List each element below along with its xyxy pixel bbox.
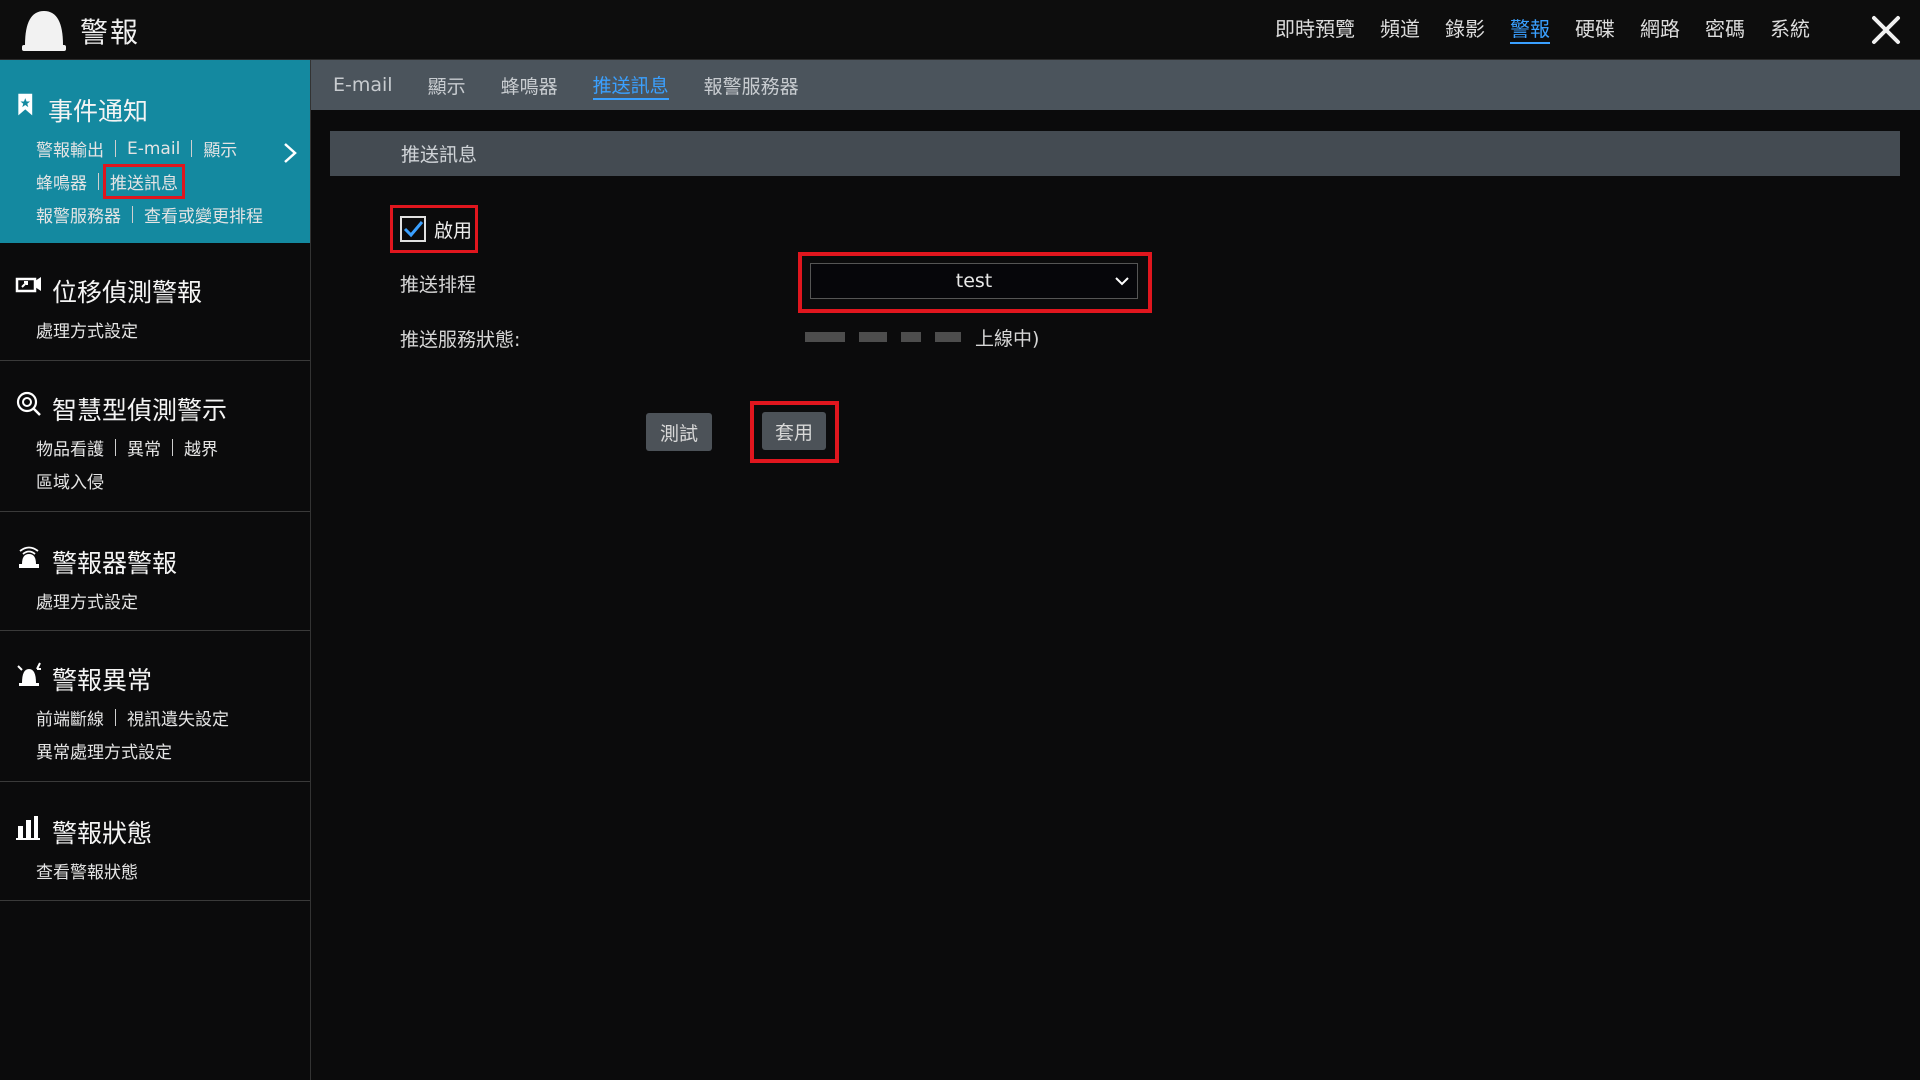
sidebar-section-title: 警報狀態 <box>52 819 153 848</box>
nav-record[interactable]: 錄影 <box>1445 16 1485 44</box>
sidebar-item-front-disconnect[interactable]: 前端斷線 <box>34 705 106 730</box>
apply-button-highlight: 套用 <box>750 401 839 463</box>
bookmark-star-icon <box>18 93 33 116</box>
sub-tabs: E-mail 顯示 蜂鳴器 推送訊息 報警服務器 <box>311 60 1920 110</box>
enable-label: 啟用 <box>434 219 473 242</box>
sidebar-item-view-status[interactable]: 查看警報狀態 <box>34 858 140 883</box>
sidebar-section-siren[interactable]: 警報器警報 處理方式設定 <box>0 512 310 631</box>
schedule-select-highlight: test <box>798 252 1152 313</box>
status-value-redacted: 上線中) <box>805 325 1040 350</box>
sidebar-item-display[interactable]: 顯示 <box>201 136 239 161</box>
sidebar-item-video-loss[interactable]: 視訊遺失設定 <box>125 705 231 730</box>
sidebar-section-alarm-exception[interactable]: 警報異常 前端斷線 視訊遺失設定 異常處理方式設定 <box>0 631 310 782</box>
chevron-down-icon <box>1115 277 1129 286</box>
top-nav: 即時預覽 頻道 錄影 警報 硬碟 網路 密碼 系統 <box>1250 16 1810 44</box>
nav-disk[interactable]: 硬碟 <box>1575 16 1615 44</box>
sidebar: 事件通知 警報輸出 E-mail 顯示 蜂鳴器 推送訊息 報警服務器 查看或變更… <box>0 60 311 1080</box>
divider <box>132 206 133 223</box>
sidebar-item-object-guard[interactable]: 物品看護 <box>34 435 106 460</box>
tab-push-message[interactable]: 推送訊息 <box>592 71 669 100</box>
divider <box>191 140 193 157</box>
page-title: 警報 <box>80 16 141 49</box>
sidebar-item-motion-handling[interactable]: 處理方式設定 <box>34 317 140 342</box>
sidebar-section-smart-detect[interactable]: 智慧型偵測警示 物品看護 異常 越界 區域入侵 <box>0 361 310 512</box>
enable-checkbox-group[interactable]: 啟用 <box>390 205 478 253</box>
alarm-bell-icon <box>22 11 66 51</box>
top-bar: 警報 即時預覽 頻道 錄影 警報 硬碟 網路 密碼 系統 <box>0 0 1920 60</box>
sidebar-item-buzzer[interactable]: 蜂鳴器 <box>34 169 89 194</box>
schedule-select[interactable]: test <box>810 263 1138 299</box>
siren-icon <box>19 546 39 568</box>
nav-alarm[interactable]: 警報 <box>1510 16 1550 44</box>
sidebar-section-title: 警報異常 <box>52 666 153 695</box>
apply-button[interactable]: 套用 <box>762 412 826 450</box>
redacted-block <box>859 332 887 342</box>
sidebar-item-schedule[interactable]: 查看或變更排程 <box>142 202 265 227</box>
checkmark-icon <box>403 221 424 238</box>
sidebar-item-email[interactable]: E-mail <box>125 139 182 159</box>
test-button[interactable]: 測試 <box>646 413 712 451</box>
divider <box>115 709 116 726</box>
sidebar-section-event-notify[interactable]: 事件通知 警報輸出 E-mail 顯示 蜂鳴器 推送訊息 報警服務器 查看或變更… <box>0 60 310 243</box>
sidebar-section-motion[interactable]: 位移偵測警報 處理方式設定 <box>0 243 310 361</box>
nav-channel[interactable]: 頻道 <box>1380 16 1420 44</box>
divider <box>115 140 116 157</box>
panel-header: 推送訊息 <box>330 131 1900 176</box>
bar-chart-icon <box>16 816 40 840</box>
status-label: 推送服務狀態: <box>400 329 521 351</box>
alarm-exception-icon <box>17 662 41 686</box>
sidebar-item-exception-handling[interactable]: 異常處理方式設定 <box>34 738 174 763</box>
sidebar-section-title: 事件通知 <box>48 97 149 126</box>
divider <box>172 439 173 456</box>
sidebar-section-alarm-status[interactable]: 警報狀態 查看警報狀態 <box>0 782 310 901</box>
divider <box>98 173 99 190</box>
nav-live-preview[interactable]: 即時預覽 <box>1275 16 1355 44</box>
sidebar-item-abnormal[interactable]: 異常 <box>125 435 163 460</box>
redacted-block <box>935 332 961 342</box>
tab-email[interactable]: E-mail <box>333 74 393 96</box>
motion-detect-icon <box>15 277 41 293</box>
smart-detect-icon <box>16 391 41 416</box>
schedule-label: 推送排程 <box>400 274 477 296</box>
sidebar-item-line-cross[interactable]: 越界 <box>182 435 220 460</box>
nav-network[interactable]: 網路 <box>1640 16 1680 44</box>
sidebar-item-intrusion[interactable]: 區域入侵 <box>34 468 106 493</box>
sidebar-item-siren-handling[interactable]: 處理方式設定 <box>34 588 140 613</box>
tab-buzzer[interactable]: 蜂鳴器 <box>501 72 558 99</box>
chevron-right-icon[interactable] <box>280 140 300 166</box>
tab-alarm-server[interactable]: 報警服務器 <box>704 72 799 99</box>
sidebar-item-push-message[interactable]: 推送訊息 <box>103 164 185 199</box>
panel-title: 推送訊息 <box>401 144 478 166</box>
sidebar-section-title: 智慧型偵測警示 <box>52 396 228 425</box>
close-icon[interactable] <box>1870 14 1902 46</box>
divider <box>115 439 116 456</box>
nav-system[interactable]: 系統 <box>1770 16 1810 44</box>
nav-password[interactable]: 密碼 <box>1705 16 1745 44</box>
redacted-block <box>805 332 845 342</box>
schedule-select-value: test <box>955 270 993 292</box>
redacted-block <box>901 332 921 342</box>
sidebar-item-alarm-output[interactable]: 警報輸出 <box>34 136 106 161</box>
status-value: 上線中) <box>975 327 1040 350</box>
tab-display[interactable]: 顯示 <box>428 72 466 99</box>
sidebar-section-title: 警報器警報 <box>52 549 178 578</box>
sidebar-item-alarm-server[interactable]: 報警服務器 <box>34 202 123 227</box>
enable-checkbox[interactable] <box>400 216 426 242</box>
sidebar-section-title: 位移偵測警報 <box>52 278 203 307</box>
